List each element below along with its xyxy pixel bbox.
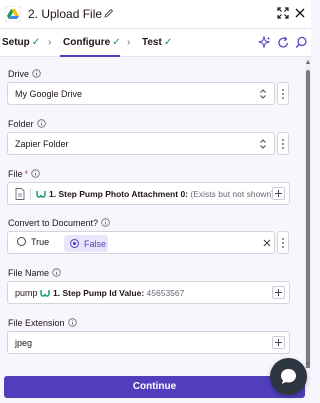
convert-radio-group: True False [7,231,275,254]
file-step-mapping[interactable]: 1. Step Pump Photo Attachment 0: (Exists… [49,189,274,199]
file-extension-value: jpeg [15,338,33,348]
check-icon: ✓ [163,37,173,48]
required-mark: * [24,169,29,179]
file-input[interactable]: 1. Step Pump Photo Attachment 0: (Exists… [7,182,290,205]
info-icon[interactable] [36,119,46,128]
step-tabs: Setup ✓ › Configure ✓ › Test ✓ [0,29,311,57]
active-tab-indicator [60,55,120,57]
chat-bubble-icon [281,369,296,384]
scroll-down-icon[interactable] [306,362,310,366]
file-extension-label: File Extension [8,318,77,328]
file-extension-input[interactable]: jpeg [7,331,290,354]
add-field-button[interactable] [272,286,285,299]
drive-select[interactable]: My Google Drive [7,82,275,105]
add-field-button[interactable] [272,336,285,349]
radio-true[interactable]: True [17,237,49,250]
info-icon[interactable] [31,169,40,178]
convert-more-button[interactable] [277,231,289,254]
folder-select[interactable]: Zapier Folder [7,132,275,155]
document-icon [15,188,25,200]
file-name-prefix: pump [15,288,38,298]
panel-footer: Continue [0,368,311,403]
webhook-step-icon [36,191,46,198]
sparkle-icon[interactable] [258,36,271,49]
select-arrows-icon [260,89,266,99]
drive-label: Drive [8,69,41,79]
radio-false[interactable]: False [64,235,108,252]
radio-circle-selected [70,239,79,248]
info-icon[interactable] [52,268,61,277]
file-label: File * [8,169,40,179]
tab-setup[interactable]: Setup ✓ [2,37,40,48]
tab-label: Test [142,37,162,48]
file-name-step-mapping[interactable]: 1. Step Pump Id Value: 45653567 [53,288,184,298]
chevron-right-icon: › [127,37,131,48]
search-icon[interactable] [295,36,308,49]
select-arrows-icon [260,139,266,149]
panel-header: 2. Upload File [0,0,311,29]
check-icon: ✓ [112,37,121,48]
folder-label: Folder [8,119,46,129]
info-icon[interactable] [67,318,77,327]
check-icon: ✓ [31,37,41,48]
chevron-right-icon: › [48,37,52,48]
webhook-step-icon [40,290,50,297]
tab-configure[interactable]: Configure ✓ [63,37,121,48]
configure-form: Drive My Google Drive Folder Zapier Fold… [0,58,305,368]
drive-more-button[interactable] [277,82,289,105]
more-vertical-icon [282,238,284,248]
google-drive-icon [5,6,21,22]
expand-icon[interactable] [277,7,289,19]
more-vertical-icon [282,89,284,99]
refresh-icon[interactable] [277,36,290,49]
folder-value: Zapier Folder [15,139,69,149]
radio-circle [17,237,26,246]
tab-label: Configure [63,37,111,48]
file-name-input[interactable]: pump 1. Step Pump Id Value: 45653567 [7,281,290,304]
convert-label: Convert to Document? [8,218,110,228]
drive-value: My Google Drive [15,89,83,99]
chat-button[interactable] [270,358,307,395]
folder-more-button[interactable] [277,132,289,155]
add-field-button[interactable] [272,187,285,200]
divider [30,188,31,200]
tab-test[interactable]: Test ✓ [142,37,172,48]
info-icon[interactable] [101,218,110,227]
step-panel: 2. Upload File Setup ✓ › Configure ✓ › Tes… [0,0,311,403]
more-vertical-icon [282,139,284,149]
close-icon[interactable] [295,8,305,18]
info-icon[interactable] [32,69,41,78]
file-name-label: File Name [8,268,61,278]
scrollbar-thumb[interactable] [306,70,310,370]
pencil-icon[interactable] [104,8,114,18]
clear-icon[interactable] [263,239,271,247]
continue-button[interactable]: Continue [4,376,305,398]
page-title: 2. Upload File [28,7,103,21]
tab-label: Setup [2,37,30,48]
scroll-up-icon[interactable] [306,60,310,64]
